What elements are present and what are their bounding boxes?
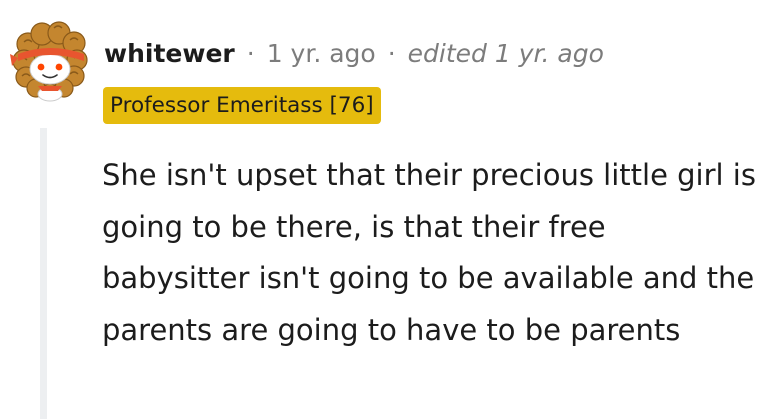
comment-body: She isn't upset that their precious litt… — [102, 158, 756, 347]
edited-timestamp: edited 1 yr. ago — [407, 39, 604, 68]
user-flair: Professor Emeritass [76] — [103, 87, 381, 124]
meta-separator: · — [387, 39, 396, 68]
author-username[interactable]: whitewer — [104, 34, 235, 74]
user-avatar[interactable] — [4, 14, 96, 106]
comment-header: whitewer · 1 yr. ago · edited 1 yr. ago — [104, 34, 604, 74]
comment: whitewer · 1 yr. ago · edited 1 yr. ago … — [0, 0, 780, 419]
thread-line[interactable] — [40, 128, 47, 419]
comment-timestamp[interactable]: 1 yr. ago — [267, 34, 376, 74]
meta-separator: · — [246, 39, 255, 68]
snoo-avatar-icon — [10, 21, 88, 102]
